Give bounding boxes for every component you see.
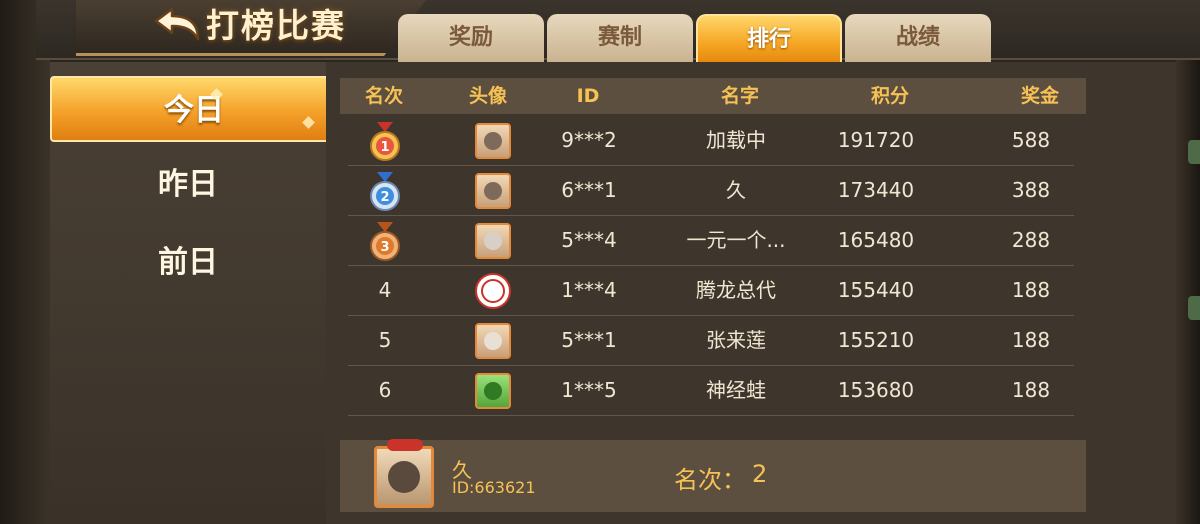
gold-medal-icon: 1 — [367, 122, 403, 162]
table-row[interactable]: 2 6***1 久 173440 388 — [348, 166, 1074, 216]
day-item-label: 前日 — [158, 245, 218, 280]
page-title: 打榜比赛 — [206, 6, 346, 45]
player-score: 155210 — [837, 328, 915, 352]
ranking-panel: 名次 头像 ID 名字 积分 奖金 1 9***2 加载中 191720 588 — [326, 62, 1176, 524]
my-rank-value: 2 — [752, 460, 768, 488]
avatar[interactable] — [475, 223, 511, 259]
avatar[interactable] — [475, 173, 511, 209]
player-id: 5***1 — [561, 328, 617, 352]
avatar[interactable] — [475, 373, 511, 409]
edge-handle — [1188, 296, 1200, 320]
tab-rewards[interactable]: 奖励 — [398, 14, 544, 62]
player-id: 9***2 — [561, 128, 617, 152]
player-name: 腾龙总代 — [696, 278, 776, 302]
my-id: ID:663621 — [452, 478, 536, 497]
tab-label: 战绩 — [895, 25, 940, 50]
player-name: 一元一个... — [686, 228, 786, 252]
svg-text:3: 3 — [380, 240, 389, 255]
player-prize: 388 — [1011, 178, 1051, 202]
left-edge-background — [0, 0, 50, 524]
table-row[interactable]: 3 5***4 一元一个... 165480 288 — [348, 216, 1074, 266]
player-score: 153680 — [837, 378, 915, 402]
table-row[interactable]: 4 1***4 腾龙总代 155440 188 — [348, 266, 1074, 316]
player-name: 加载中 — [706, 128, 766, 152]
player-name: 张来莲 — [706, 328, 766, 352]
player-id: 6***1 — [561, 178, 617, 202]
back-arrow-icon — [154, 7, 200, 41]
day-item-today[interactable]: 今日 — [50, 76, 338, 142]
silver-medal-icon: 2 — [367, 172, 403, 212]
tab-rules[interactable]: 赛制 — [547, 14, 693, 62]
table-header: 名次 头像 ID 名字 积分 奖金 — [340, 78, 1086, 114]
player-id: 1***4 — [561, 278, 617, 302]
table-row[interactable]: 5 5***1 张来莲 155210 188 — [348, 316, 1074, 366]
my-avatar[interactable] — [374, 439, 434, 508]
day-item-yesterday[interactable]: 昨日 — [50, 152, 326, 218]
player-score: 173440 — [837, 178, 915, 202]
table-row[interactable]: 6 1***5 神经蛙 153680 188 — [348, 366, 1074, 416]
player-score: 155440 — [837, 278, 915, 302]
player-rank: 6 — [378, 378, 392, 402]
day-item-day-before[interactable]: 前日 — [50, 230, 326, 296]
svg-text:2: 2 — [380, 190, 389, 205]
avatar[interactable] — [475, 323, 511, 359]
back-button[interactable] — [150, 6, 204, 46]
player-name: 久 — [726, 178, 746, 202]
player-id: 1***5 — [561, 378, 617, 402]
tab-label: 奖励 — [448, 25, 493, 50]
column-header-avatar: 头像 — [468, 85, 507, 107]
player-prize: 288 — [1011, 228, 1051, 252]
player-score: 191720 — [837, 128, 915, 152]
player-score: 165480 — [837, 228, 915, 252]
svg-text:1: 1 — [380, 140, 389, 155]
column-header-prize: 奖金 — [1020, 85, 1059, 107]
day-selector-panel: 今日 昨日 前日 — [50, 62, 338, 524]
player-name: 神经蛙 — [706, 378, 766, 402]
player-prize: 188 — [1011, 278, 1051, 302]
my-ranking-bar: 久 ID:663621 名次： 2 — [340, 439, 1086, 512]
avatar-frame-tag — [387, 439, 423, 451]
bronze-medal-icon: 3 — [367, 222, 403, 262]
sparkle-decoration — [302, 116, 315, 129]
tab-label: 排行 — [746, 27, 791, 52]
column-header-rank: 名次 — [364, 85, 403, 107]
player-rank: 5 — [378, 328, 392, 352]
column-header-name: 名字 — [720, 85, 759, 107]
day-item-label: 昨日 — [158, 167, 218, 202]
right-edge-background — [1176, 0, 1200, 524]
avatar[interactable] — [475, 123, 511, 159]
table-row[interactable]: 1 9***2 加载中 191720 588 — [348, 116, 1074, 166]
player-prize: 588 — [1011, 128, 1051, 152]
player-prize: 188 — [1011, 328, 1051, 352]
tab-records[interactable]: 战绩 — [845, 14, 991, 62]
tab-ranking[interactable]: 排行 — [696, 14, 842, 62]
player-prize: 188 — [1011, 378, 1051, 402]
column-header-id: ID — [576, 85, 600, 107]
column-header-score: 积分 — [870, 85, 909, 107]
avatar[interactable] — [475, 273, 511, 309]
player-rank: 4 — [378, 278, 392, 302]
tab-label: 赛制 — [597, 25, 642, 50]
my-rank-label: 名次： — [674, 466, 746, 494]
player-id: 5***4 — [561, 228, 617, 252]
edge-handle — [1188, 140, 1200, 164]
